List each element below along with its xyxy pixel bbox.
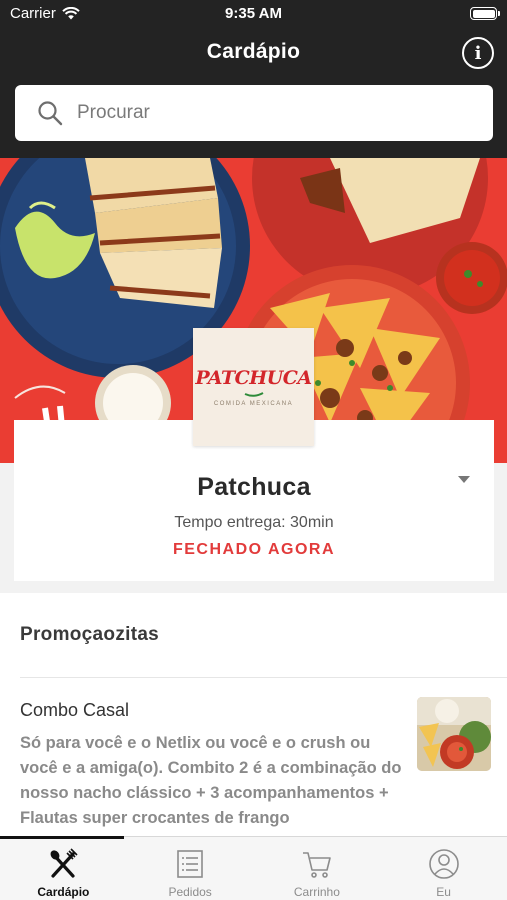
item-description: Só para você e o Netlix ou você e o crus… — [20, 734, 402, 827]
scroll-indicator — [0, 836, 124, 839]
status-badge: FECHADO AGORA — [172, 541, 335, 558]
info-icon: i — [474, 42, 482, 64]
tab-bar: Cardápio Pedidos Carrinho Eu — [0, 836, 507, 900]
cart-icon — [302, 852, 331, 878]
tab-pedidos[interactable]: Pedidos — [127, 837, 254, 900]
item-title: Combo Casal — [20, 700, 130, 720]
tab-eu[interactable]: Eu — [380, 837, 507, 900]
delivery-time: Tempo entrega: 30min — [174, 514, 334, 531]
logo-subtitle: COMIDA MEXICANA — [213, 401, 294, 407]
tab-label: Pedidos — [168, 885, 212, 899]
restaurant-logo: PATCHUCA COMIDA MEXICANA — [193, 328, 314, 446]
tab-label: Eu — [436, 885, 451, 899]
status-time: 9:35 AM — [225, 5, 282, 22]
search-icon — [38, 101, 63, 126]
fork-knife-icon — [50, 848, 78, 878]
tab-cardapio[interactable]: Cardápio — [0, 837, 127, 900]
page-title: Cardápio — [206, 40, 301, 63]
logo-text: PATCHUCA — [195, 367, 312, 389]
promotions-section: Promoçaozitas Combo Casal Só para você e… — [0, 593, 507, 835]
tab-carrinho[interactable]: Carrinho — [254, 837, 381, 900]
section-title: Promoçaozitas — [20, 624, 160, 645]
status-bar: Carrier 9:35 AM — [0, 0, 507, 28]
chili-pepper-icon — [244, 392, 263, 397]
nav-header: Cardápio i — [0, 28, 507, 158]
user-icon — [428, 849, 459, 879]
combo-photo — [417, 697, 491, 771]
list-icon — [177, 850, 203, 878]
search-input[interactable] — [77, 102, 457, 124]
info-button[interactable]: i — [462, 37, 494, 69]
item-thumbnail — [417, 697, 491, 771]
search-bar[interactable] — [15, 85, 493, 141]
tab-label: Cardápio — [37, 885, 90, 899]
chevron-down-icon[interactable] — [458, 476, 470, 483]
restaurant-name: Patchuca — [197, 473, 311, 501]
tab-label: Carrinho — [293, 885, 340, 899]
battery-icon — [470, 7, 500, 20]
list-item[interactable]: Combo Casal Só para você e o Netlix ou v… — [0, 678, 507, 835]
